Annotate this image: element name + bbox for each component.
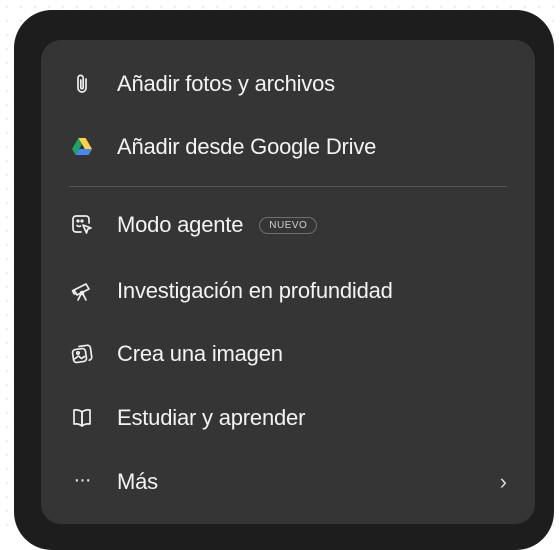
menu-item-study[interactable]: Estudiar y aprender — [69, 396, 507, 440]
more-dots-icon: ··· — [73, 468, 92, 491]
menu-item-create-image[interactable]: Crea una imagen — [69, 332, 507, 376]
menu-divider — [69, 186, 507, 187]
book-icon — [69, 405, 95, 431]
telescope-icon — [69, 278, 95, 304]
menu-item-label: Investigación en profundidad — [117, 278, 393, 303]
menu-item-more[interactable]: ··· Más › — [69, 460, 508, 504]
menu-item-label: Añadir fotos y archivos — [117, 71, 335, 96]
menu-item-label: Más — [117, 469, 158, 494]
chevron-right-icon: › — [499, 469, 507, 494]
menu-item-label: Añadir desde Google Drive — [117, 134, 377, 159]
menu-item-deep-research[interactable]: Investigación en profundidad — [69, 269, 507, 313]
image-icon — [69, 341, 95, 367]
menu-item-label: Crea una imagen — [117, 341, 283, 366]
new-badge: NUEVO — [259, 216, 318, 234]
menu-item-add-files[interactable]: Añadir fotos y archivos — [69, 62, 507, 106]
paperclip-icon — [69, 71, 95, 97]
menu-item-agent-mode[interactable]: Modo agente NUEVO — [69, 203, 507, 247]
menu-item-google-drive[interactable]: Añadir desde Google Drive — [69, 125, 507, 169]
google-drive-icon — [69, 134, 95, 160]
agent-cursor-icon — [69, 212, 95, 238]
menu-item-label: Modo agente — [117, 212, 244, 237]
attachment-menu: Añadir fotos y archivos Añadir desde Goo… — [41, 40, 535, 524]
menu-item-label: Estudiar y aprender — [117, 405, 306, 430]
